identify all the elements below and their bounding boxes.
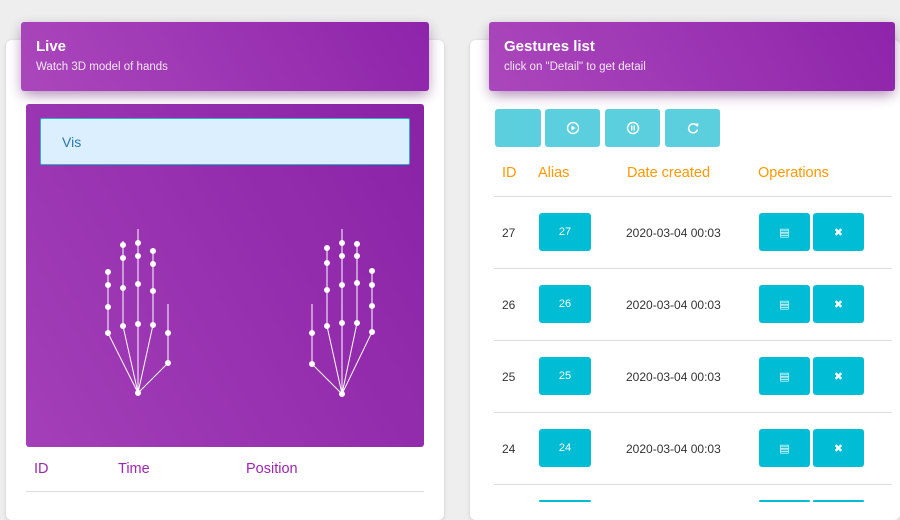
delete-icon: ✖ <box>833 442 844 455</box>
delete-button[interactable]: ✖ <box>813 213 864 251</box>
refresh-button[interactable] <box>665 109 720 147</box>
play-circle-icon <box>566 121 579 135</box>
gestures-col-alias: Alias <box>538 165 570 181</box>
delete-icon: ✖ <box>833 226 844 239</box>
row-id: 25 <box>502 370 516 384</box>
row-date: 2020-03-04 00:03 <box>626 226 721 240</box>
live-subtitle: Watch 3D model of hands <box>36 61 168 73</box>
table-divider <box>494 268 892 269</box>
delete-button[interactable]: ✖ <box>813 357 864 395</box>
gestures-card-header: Gestures list click on "Detail" to get d… <box>489 22 895 91</box>
detail-button[interactable]: ▤ <box>759 285 810 323</box>
alias-button[interactable]: 27 <box>539 213 591 251</box>
table-divider <box>494 484 892 485</box>
detail-button[interactable]: ▤ <box>759 357 810 395</box>
row-date: 2020-03-04 00:03 <box>626 442 721 456</box>
live-title: Live <box>36 38 67 55</box>
hands-skeleton <box>105 229 375 397</box>
row-id: 26 <box>502 298 516 312</box>
refresh-icon <box>687 123 698 134</box>
live-table-divider <box>26 491 424 492</box>
table-divider <box>494 340 892 341</box>
pause-circle-icon <box>626 121 639 135</box>
right-hand <box>309 229 375 397</box>
left-hand <box>105 229 171 396</box>
gestures-subtitle: click on "Detail" to get detail <box>504 61 646 73</box>
live-col-time: Time <box>118 461 150 477</box>
pause-button[interactable] <box>605 109 660 147</box>
delete-icon: ✖ <box>833 370 844 383</box>
gestures-col-date: Date created <box>627 165 711 181</box>
detail-icon: ▤ <box>779 298 790 311</box>
alias-button[interactable]: 26 <box>539 285 591 323</box>
live-col-position: Position <box>246 461 298 477</box>
alias-button[interactable]: 25 <box>539 357 591 395</box>
delete-icon: ✖ <box>833 298 844 311</box>
gestures-col-id: ID <box>502 165 517 181</box>
row-date: 2020-03-04 00:03 <box>626 298 721 312</box>
live-col-id: ID <box>34 461 49 477</box>
row-id: 27 <box>502 226 516 240</box>
delete-button[interactable]: ✖ <box>813 429 864 467</box>
toolbar-button-blank[interactable] <box>495 109 541 147</box>
live-card-header: Live Watch 3D model of hands <box>21 22 429 91</box>
play-button[interactable] <box>545 109 600 147</box>
detail-icon: ▤ <box>779 370 790 383</box>
row-id: 24 <box>502 442 516 456</box>
hand-model-viewer[interactable]: Vis <box>26 104 424 447</box>
alias-button[interactable]: 24 <box>539 429 591 467</box>
gestures-title: Gestures list <box>504 38 595 55</box>
detail-icon: ▤ <box>779 442 790 455</box>
table-divider <box>494 412 892 413</box>
row-date: 2020-03-04 00:03 <box>626 370 721 384</box>
gestures-col-operations: Operations <box>758 165 829 181</box>
detail-button[interactable]: ▤ <box>759 213 810 251</box>
detail-button[interactable]: ▤ <box>759 429 810 467</box>
detail-icon: ▤ <box>779 226 790 239</box>
delete-button[interactable]: ✖ <box>813 285 864 323</box>
table-divider <box>494 196 892 197</box>
